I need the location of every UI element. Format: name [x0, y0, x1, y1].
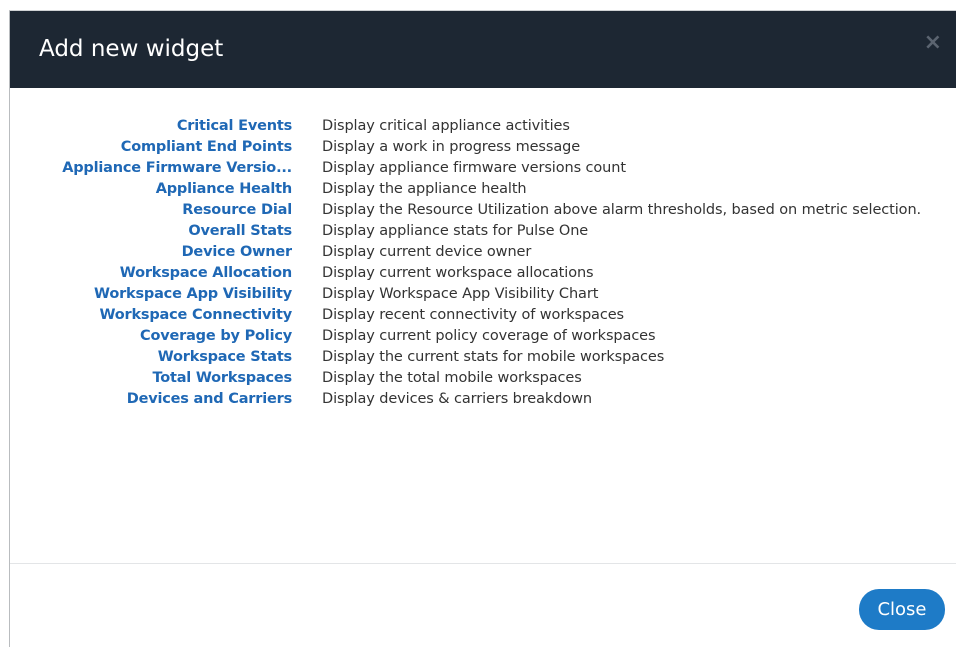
widget-description: Display current device owner: [322, 244, 532, 260]
widget-link-critical-events[interactable]: Critical Events: [10, 116, 292, 137]
widget-row-coverage-by-policy: Coverage by Policy Display current polic…: [10, 326, 956, 347]
widget-row-appliance-firmware-versions: Appliance Firmware Versio... Display app…: [10, 158, 956, 179]
widget-row-resource-dial: Resource Dial Display the Resource Utili…: [10, 200, 956, 221]
widget-link-total-workspaces[interactable]: Total Workspaces: [10, 368, 292, 389]
widget-link-resource-dial[interactable]: Resource Dial: [10, 200, 292, 221]
widget-row-appliance-health: Appliance Health Display the appliance h…: [10, 179, 956, 200]
add-widget-dialog: Add new widget × Critical Events Display…: [9, 10, 956, 647]
widget-link-workspace-connectivity[interactable]: Workspace Connectivity: [10, 305, 293, 326]
widget-row-workspace-stats: Workspace Stats Display the current stat…: [10, 347, 956, 368]
widget-link-devices-and-carriers[interactable]: Devices and Carriers: [10, 389, 292, 410]
widget-link-workspace-app-visibility[interactable]: Workspace App Visibility: [10, 284, 292, 305]
widget-list: Critical Events Display critical applian…: [10, 116, 956, 410]
close-button[interactable]: Close: [859, 589, 945, 630]
widget-link-appliance-firmware-versions[interactable]: Appliance Firmware Versio...: [10, 158, 292, 179]
widget-description: Display a work in progress message: [322, 139, 581, 155]
widget-description: Display current workspace allocations: [322, 265, 594, 281]
widget-description: Display current policy coverage of works…: [322, 328, 656, 344]
footer-divider: [10, 563, 956, 564]
widget-row-devices-and-carriers: Devices and Carriers Display devices & c…: [10, 389, 956, 410]
widget-description: Display the total mobile workspaces: [322, 370, 582, 386]
widget-link-workspace-stats[interactable]: Workspace Stats: [10, 347, 292, 368]
widget-row-critical-events: Critical Events Display critical applian…: [10, 116, 956, 137]
widget-description: Display critical appliance activities: [322, 118, 570, 134]
widget-row-total-workspaces: Total Workspaces Display the total mobil…: [10, 368, 956, 389]
dialog-title: Add new widget: [39, 36, 224, 62]
widget-link-workspace-allocation[interactable]: Workspace Allocation: [10, 263, 292, 284]
widget-description: Display appliance stats for Pulse One: [322, 223, 589, 239]
widget-description: Display the Resource Utilization above a…: [322, 202, 922, 218]
widget-row-workspace-allocation: Workspace Allocation Display current wor…: [10, 263, 956, 284]
widget-description: Display appliance firmware versions coun…: [322, 160, 626, 176]
widget-row-compliant-end-points: Compliant End Points Display a work in p…: [10, 137, 956, 158]
widget-link-compliant-end-points[interactable]: Compliant End Points: [10, 137, 292, 158]
widget-link-appliance-health[interactable]: Appliance Health: [10, 179, 292, 200]
widget-description: Display devices & carriers breakdown: [322, 391, 592, 407]
widget-row-workspace-connectivity: Workspace Connectivity Display recent co…: [10, 305, 956, 326]
widget-row-workspace-app-visibility: Workspace App Visibility Display Workspa…: [10, 284, 956, 305]
close-icon[interactable]: ×: [924, 30, 942, 56]
widget-row-device-owner: Device Owner Display current device owne…: [10, 242, 956, 263]
widget-link-coverage-by-policy[interactable]: Coverage by Policy: [10, 326, 292, 347]
widget-description: Display recent connectivity of workspace…: [322, 307, 624, 323]
widget-row-overall-stats: Overall Stats Display appliance stats fo…: [10, 221, 956, 242]
widget-description: Display the current stats for mobile wor…: [322, 349, 665, 365]
widget-description: Display the appliance health: [322, 181, 527, 197]
widget-description: Display Workspace App Visibility Chart: [322, 286, 599, 302]
dialog-header: Add new widget ×: [10, 11, 956, 88]
widget-link-overall-stats[interactable]: Overall Stats: [10, 221, 292, 242]
widget-link-device-owner[interactable]: Device Owner: [10, 242, 292, 263]
